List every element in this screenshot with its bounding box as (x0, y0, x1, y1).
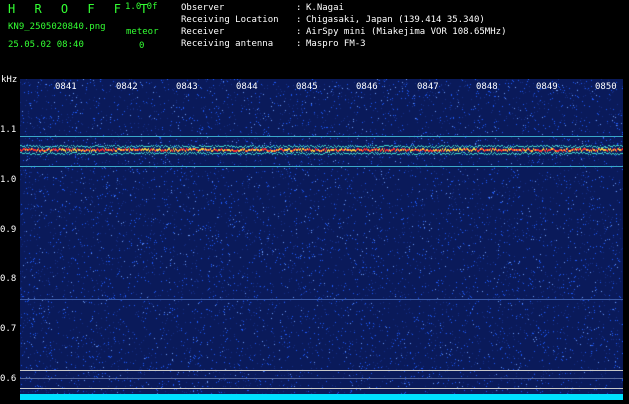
reference-line (20, 388, 623, 389)
reference-line (20, 370, 623, 371)
info-colon: : (296, 3, 302, 13)
info-key-antenna: Receiving antenna (181, 39, 274, 49)
info-key-receiver: Receiver (181, 27, 225, 37)
date-time: 25.05.02 08:40 (8, 40, 84, 50)
x-tick: 0848 (476, 82, 498, 92)
x-tick: 0846 (356, 82, 378, 92)
noise-floor-band (20, 394, 623, 400)
x-tick: 0844 (236, 82, 258, 92)
x-tick: 0841 (55, 82, 77, 92)
info-value-location: Chigasaki, Japan (139.414 35.340) (306, 15, 485, 25)
x-tick: 0845 (296, 82, 318, 92)
reference-line (20, 378, 623, 379)
x-tick: 0847 (417, 82, 439, 92)
info-colon: : (296, 27, 302, 37)
info-key-location: Receiving Location (181, 15, 279, 25)
meteor-count: 0 (139, 41, 145, 51)
y-tick: 0.7 (0, 324, 17, 334)
x-tick: 0843 (176, 82, 198, 92)
reference-line (20, 299, 623, 300)
info-colon: : (296, 15, 302, 25)
reference-line (20, 166, 623, 167)
y-tick: 1.1 (0, 125, 17, 135)
y-tick: 0.9 (0, 225, 17, 235)
x-tick: 0849 (536, 82, 558, 92)
spectrogram-noise (20, 79, 623, 400)
info-value-observer: K.Nagai (306, 3, 344, 13)
y-tick: 0.8 (0, 274, 17, 284)
file-name: KN9_2505020840.png (8, 22, 106, 32)
info-colon: : (296, 39, 302, 49)
y-tick: 1.0 (0, 175, 17, 185)
reference-line (20, 136, 623, 137)
info-key-observer: Observer (181, 3, 225, 13)
x-tick: 0842 (116, 82, 138, 92)
info-value-receiver: AirSpy mini (Miakejima VOR 108.65MHz) (306, 27, 507, 37)
y-axis-unit: kHz (1, 75, 18, 85)
meteor-label: meteor (126, 27, 159, 37)
spectrogram-plot (20, 79, 623, 400)
app-version: 1.0.0f (125, 2, 158, 12)
info-value-antenna: Maspro FM-3 (306, 39, 366, 49)
y-tick: 0.6 (0, 374, 17, 384)
x-tick: 0850 (595, 82, 617, 92)
